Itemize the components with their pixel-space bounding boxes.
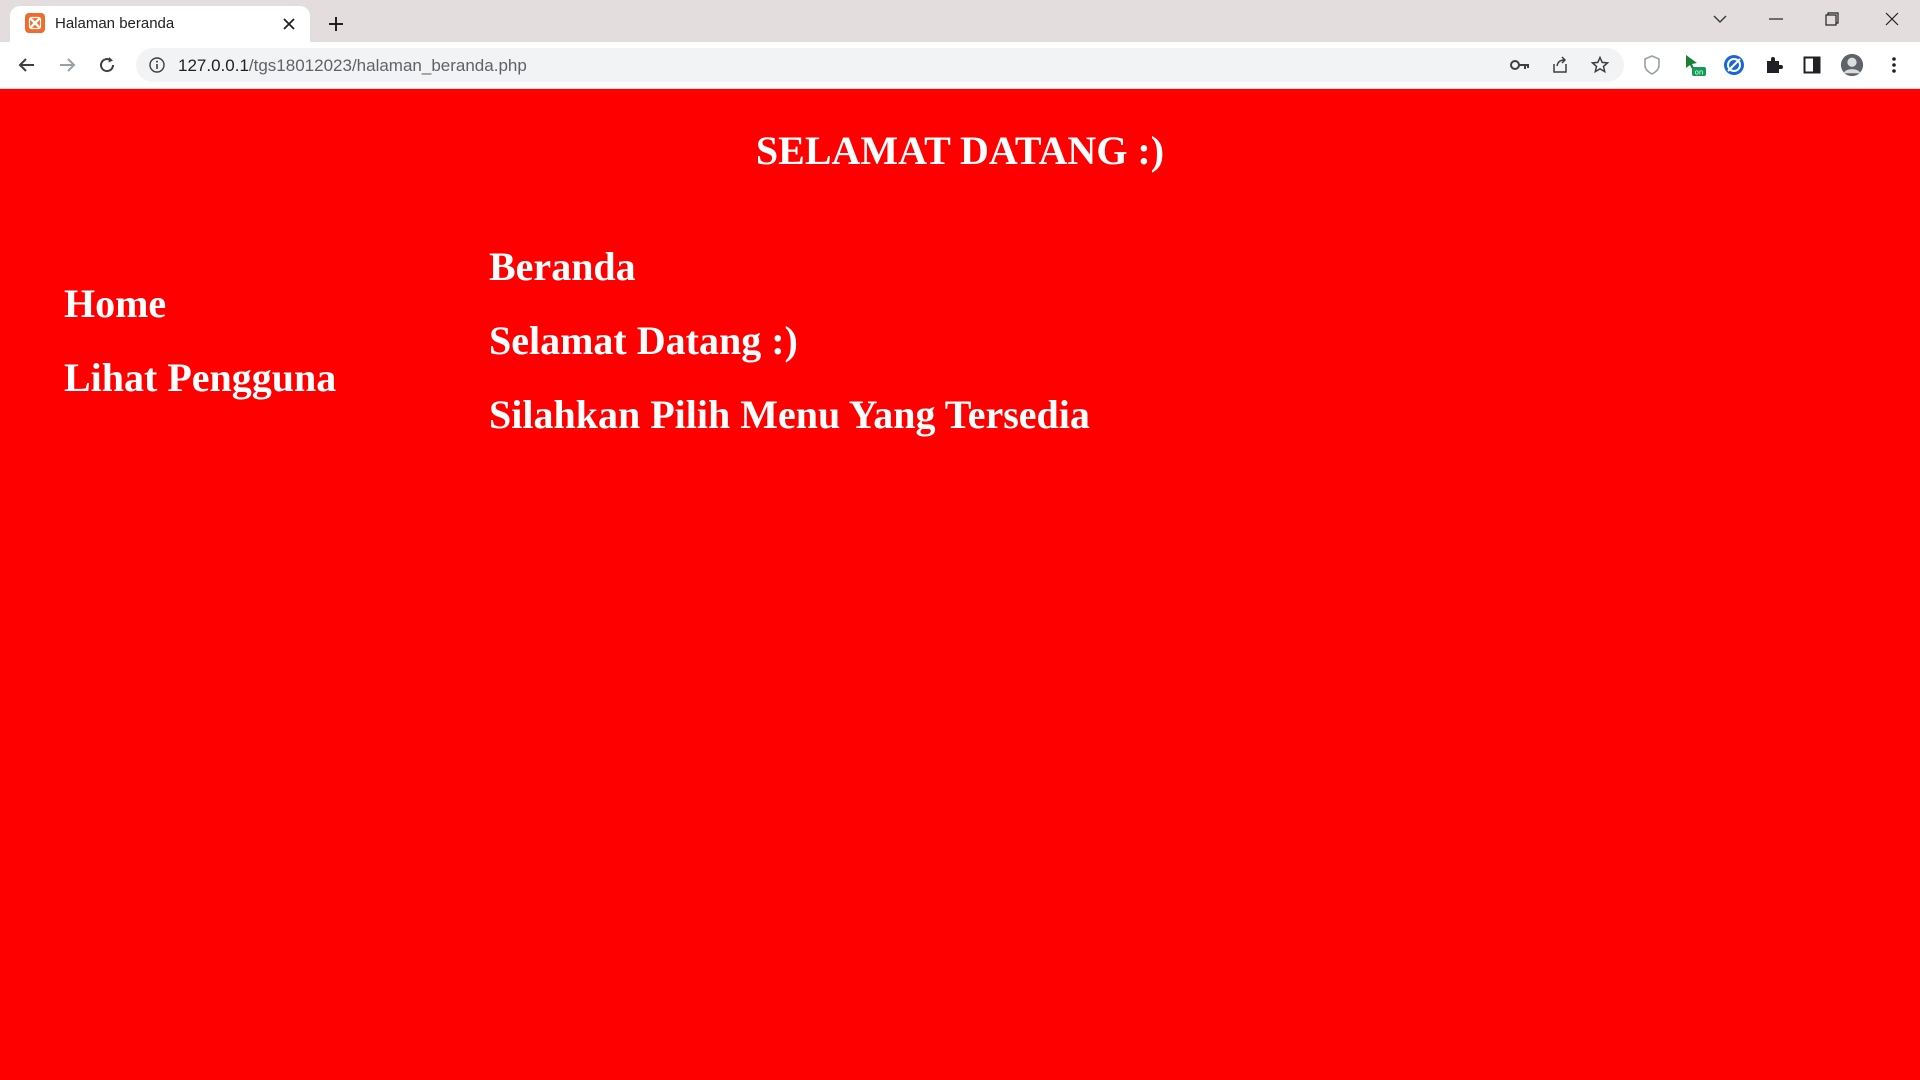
sidebar-item-lihat-pengguna[interactable]: Lihat Pengguna — [64, 341, 336, 415]
browser-tab[interactable]: Halaman beranda — [10, 6, 310, 42]
cursor-extension-icon[interactable]: on — [1683, 53, 1707, 77]
forward-icon[interactable] — [52, 50, 82, 80]
sidebar-item-home[interactable]: Home — [64, 267, 336, 341]
reload-icon[interactable] — [92, 50, 122, 80]
bookmark-star-icon[interactable] — [1590, 55, 1610, 75]
xampp-favicon-icon — [25, 13, 45, 33]
page-title: SELAMAT DATANG :) — [755, 128, 1165, 173]
chrome-menu-icon[interactable] — [1882, 53, 1906, 77]
content-instruction: Silahkan Pilih Menu Yang Tersedia — [489, 392, 1090, 437]
minimize-icon[interactable] — [1748, 0, 1804, 38]
profile-avatar-icon[interactable] — [1840, 53, 1864, 77]
tab-strip: Halaman beranda — [0, 0, 1920, 42]
globe-extension-icon[interactable] — [1722, 53, 1746, 77]
back-icon[interactable] — [12, 50, 42, 80]
sidebar-menu: Home Lihat Pengguna — [64, 267, 336, 415]
new-tab-icon[interactable] — [322, 10, 350, 38]
browser-toolbar: 127.0.0.1/tgs18012023/halaman_beranda.ph… — [0, 42, 1920, 89]
content-greeting: Selamat Datang :) — [489, 318, 798, 363]
url-host: 127.0.0.1 — [178, 56, 249, 75]
page-body: SELAMAT DATANG :) Home Lihat Pengguna Be… — [0, 89, 1920, 1080]
site-info-icon[interactable] — [148, 56, 166, 74]
tab-close-icon[interactable] — [279, 14, 299, 34]
svg-text:on: on — [1695, 69, 1704, 77]
close-window-icon[interactable] — [1864, 0, 1920, 38]
tab-search-chevron-icon[interactable] — [1692, 0, 1748, 38]
tab-title: Halaman beranda — [55, 15, 175, 32]
shield-extension-icon[interactable] — [1640, 53, 1664, 77]
main-content: Beranda Selamat Datang :) Silahkan Pilih… — [489, 230, 1090, 452]
address-bar[interactable]: 127.0.0.1/tgs18012023/halaman_beranda.ph… — [136, 48, 1624, 82]
url-path: /tgs18012023/halaman_beranda.php — [248, 56, 527, 75]
share-icon[interactable] — [1550, 55, 1570, 75]
extensions-puzzle-icon[interactable] — [1762, 53, 1786, 77]
restore-icon[interactable] — [1804, 0, 1860, 38]
content-heading: Beranda — [489, 244, 636, 289]
password-key-icon[interactable] — [1510, 55, 1530, 75]
side-panel-icon[interactable] — [1800, 53, 1824, 77]
url-text[interactable]: 127.0.0.1/tgs18012023/halaman_beranda.ph… — [178, 56, 527, 76]
